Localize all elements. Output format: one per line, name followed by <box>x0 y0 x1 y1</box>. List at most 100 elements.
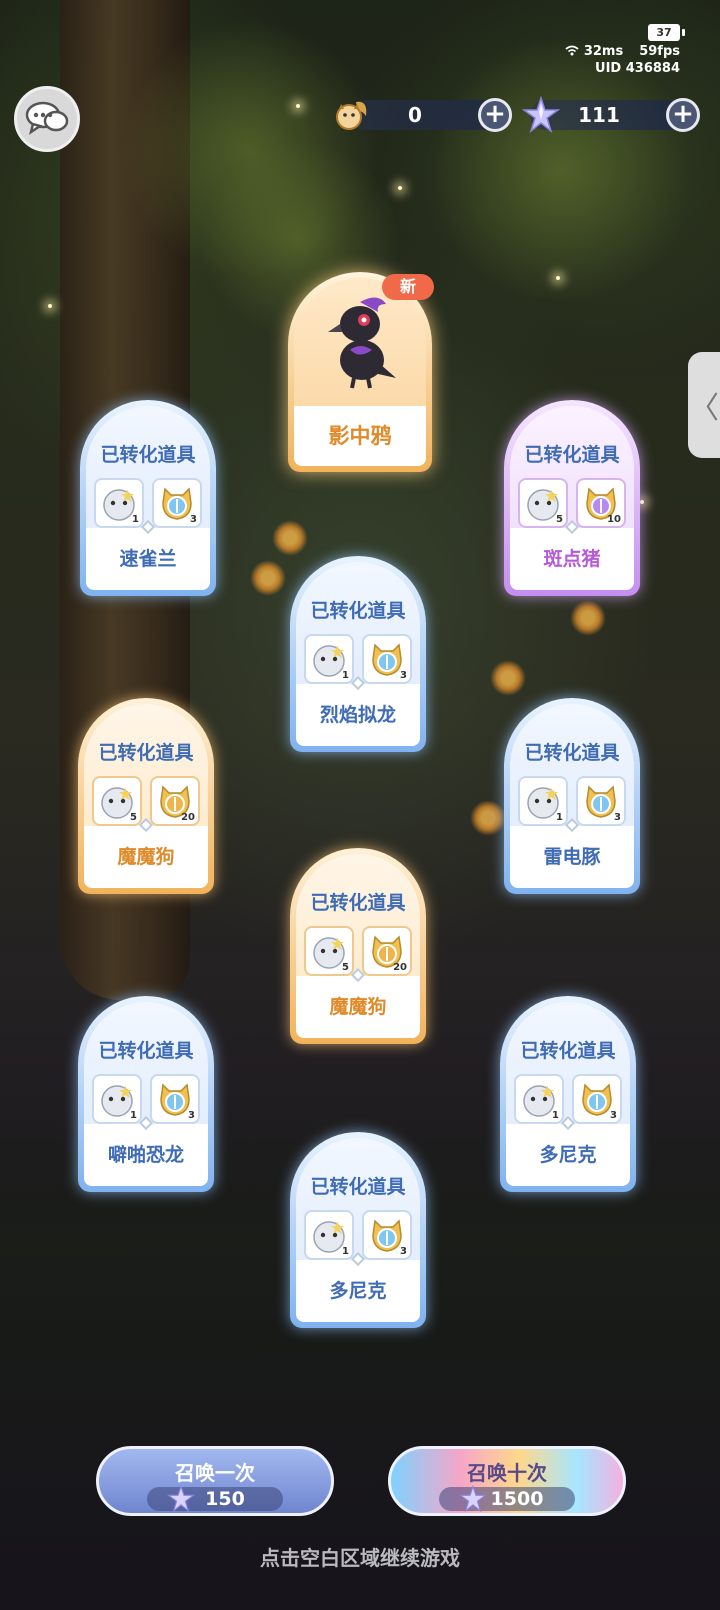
item-count: 3 <box>610 1110 617 1121</box>
creature-name: 魔魔狗 <box>117 846 175 868</box>
item-count: 5 <box>342 962 349 973</box>
item-count: 20 <box>181 812 195 823</box>
card-inner: 已转化道具 1 3 速雀兰 <box>86 406 210 590</box>
converted-item-card[interactable]: 已转化道具 1 3 雷电豚 <box>504 698 640 894</box>
firefly-sparkle <box>556 276 560 280</box>
card-inner: 已转化道具 1 3 多尼克 <box>296 1138 420 1322</box>
item-count: 1 <box>552 1110 559 1121</box>
item-count: 1 <box>342 670 349 681</box>
converted-item-card[interactable]: 已转化道具 5 20 魔魔狗 <box>78 698 214 894</box>
wifi-icon <box>565 45 579 56</box>
item-slot: 5 <box>518 478 568 528</box>
item-slot: 3 <box>152 478 202 528</box>
card-inner: 已转化道具 5 20 魔魔狗 <box>84 704 208 888</box>
background-flower <box>490 660 526 696</box>
creature-name: 雷电豚 <box>543 846 601 868</box>
star-crystal-icon <box>522 96 560 134</box>
converted-item-card[interactable]: 已转化道具 1 3 噼啪恐龙 <box>78 996 214 1192</box>
star-crystal-icon <box>167 1485 195 1513</box>
creature-name: 多尼克 <box>539 1144 597 1166</box>
background-foliage <box>420 40 700 300</box>
converted-item-card[interactable]: 已转化道具 5 20 魔魔狗 <box>290 848 426 1044</box>
card-title: 已转化道具 <box>310 892 406 914</box>
featured-card-bottom: 影中鸦 <box>294 406 426 466</box>
ping-text: 32ms <box>565 43 623 60</box>
summon-ten-button[interactable]: 召唤十次 1500 <box>388 1446 626 1516</box>
continue-hint: 点击空白区域继续游戏 <box>260 1546 460 1570</box>
chevron-left-icon: 〈 <box>689 391 719 426</box>
item-slot: 10 <box>576 478 626 528</box>
item-slot: 1 <box>92 1074 142 1124</box>
creature-name: 噼啪恐龙 <box>107 1144 184 1166</box>
creature-name: 多尼克 <box>329 1280 387 1302</box>
item-slot: 1 <box>514 1074 564 1124</box>
item-count: 1 <box>342 1246 349 1257</box>
card-title: 已转化道具 <box>98 1040 194 1062</box>
card-bottom: 速雀兰 <box>86 519 210 590</box>
summon-ten-label: 召唤十次 <box>467 1461 547 1485</box>
item-count: 1 <box>556 812 563 823</box>
add-currency-button[interactable]: + <box>478 98 512 132</box>
converted-item-card[interactable]: 已转化道具 1 3 多尼克 <box>500 996 636 1192</box>
battery-indicator: 37 <box>648 24 685 41</box>
card-bottom: 魔魔狗 <box>84 817 208 888</box>
add-currency-button[interactable]: + <box>666 98 700 132</box>
card-inner: 已转化道具 5 20 魔魔狗 <box>296 854 420 1038</box>
uid-text: UID 436884 <box>595 61 680 76</box>
card-inner: 已转化道具 5 10 斑点猪 <box>510 406 634 590</box>
converted-item-card[interactable]: 已转化道具 1 3 烈焰拟龙 <box>290 556 426 752</box>
item-slot: 3 <box>572 1074 622 1124</box>
card-title: 已转化道具 <box>310 1176 406 1198</box>
squirrel-currency-icon <box>336 101 367 130</box>
item-slot: 1 <box>518 776 568 826</box>
card-bottom: 烈焰拟龙 <box>296 675 420 746</box>
card-title: 已转化道具 <box>100 444 196 466</box>
item-slot: 20 <box>362 926 412 976</box>
star-crystal-icon <box>459 1485 487 1513</box>
fps-value: 59fps <box>639 44 680 59</box>
item-count: 1 <box>132 514 139 525</box>
card-bottom: 噼啪恐龙 <box>84 1115 208 1186</box>
creature-name: 速雀兰 <box>119 548 177 570</box>
summon-once-button[interactable]: 召唤一次 150 <box>96 1446 334 1516</box>
firefly-sparkle <box>48 304 52 308</box>
card-bottom: 斑点猪 <box>510 519 634 590</box>
chat-bubbles-icon <box>25 101 69 135</box>
item-slot: 1 <box>94 478 144 528</box>
card-title: 已转化道具 <box>524 742 620 764</box>
card-title: 已转化道具 <box>520 1040 616 1062</box>
item-count: 5 <box>556 514 563 525</box>
background-flower <box>570 600 606 636</box>
side-drawer-tab[interactable]: 〈 <box>688 352 720 458</box>
card-inner: 已转化道具 1 3 多尼克 <box>506 1002 630 1186</box>
item-slot: 20 <box>150 776 200 826</box>
converted-item-card[interactable]: 已转化道具 1 3 多尼克 <box>290 1132 426 1328</box>
firefly-sparkle <box>296 104 300 108</box>
chat-button[interactable] <box>14 86 80 152</box>
item-slot: 1 <box>304 1210 354 1260</box>
item-slot: 3 <box>362 1210 412 1260</box>
converted-item-card[interactable]: 已转化道具 1 3 速雀兰 <box>80 400 216 596</box>
item-slot: 5 <box>304 926 354 976</box>
converted-item-card[interactable]: 已转化道具 5 10 斑点猪 <box>504 400 640 596</box>
item-count: 10 <box>607 514 621 525</box>
featured-creature-card[interactable]: 影中鸦 新 <box>288 272 434 472</box>
item-slot: 5 <box>92 776 142 826</box>
currency-bar-squirrel: 0 + <box>350 98 512 132</box>
card-inner: 已转化道具 1 3 烈焰拟龙 <box>296 562 420 746</box>
card-inner: 已转化道具 1 3 雷电豚 <box>510 704 634 888</box>
firefly-sparkle <box>398 186 402 190</box>
item-count: 3 <box>614 812 621 823</box>
item-count: 20 <box>393 962 407 973</box>
summon-once-label: 召唤一次 <box>175 1461 255 1485</box>
card-inner: 已转化道具 1 3 噼啪恐龙 <box>84 1002 208 1186</box>
featured-card-inner: 影中鸦 <box>294 278 426 466</box>
card-bottom: 多尼克 <box>296 1251 420 1322</box>
item-count: 3 <box>400 1246 407 1257</box>
background-flower <box>250 560 286 596</box>
creature-name: 斑点猪 <box>543 548 601 570</box>
item-count: 3 <box>400 670 407 681</box>
item-count: 3 <box>188 1110 195 1121</box>
item-slot: 3 <box>576 776 626 826</box>
creature-name: 魔魔狗 <box>329 996 387 1018</box>
